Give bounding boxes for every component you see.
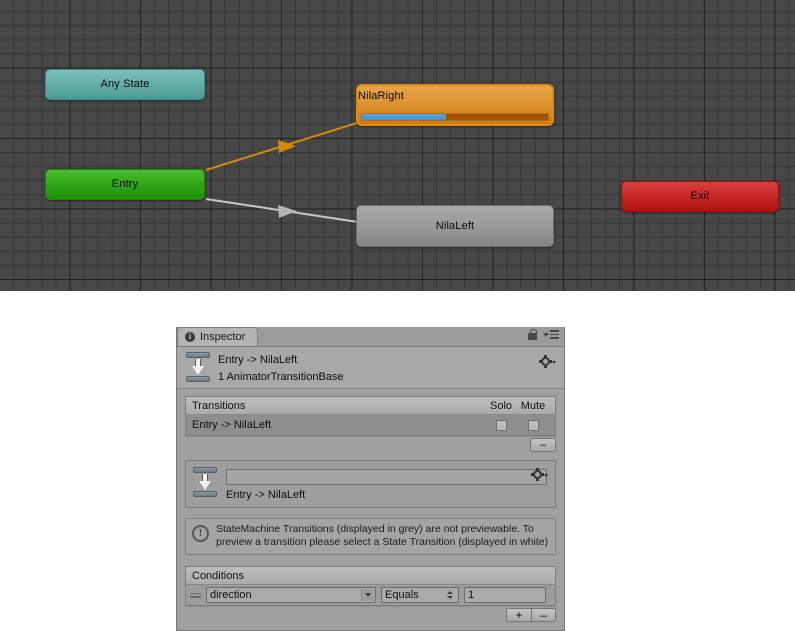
state-node-nilaright[interactable]: NilaRight: [356, 84, 554, 126]
hamburger-menu-icon[interactable]: [543, 330, 559, 339]
conditions-section: Conditions direction Equals 1: [185, 566, 556, 606]
inspector-subtitle: 1 AnimatorTransitionBase: [218, 371, 344, 383]
remove-condition-button[interactable]: –: [531, 608, 556, 622]
state-node-label: NilaRight: [358, 90, 404, 102]
state-node-exit[interactable]: Exit: [621, 181, 779, 212]
condition-threshold-field[interactable]: 1: [464, 587, 546, 603]
transitions-list-row[interactable]: Entry -> NilaLeft: [186, 415, 555, 435]
condition-parameter-dropdown[interactable]: direction: [206, 587, 376, 603]
column-header-mute: Mute: [520, 399, 546, 412]
tab-label: Inspector: [200, 331, 246, 343]
transition-settings-gear-icon[interactable]: [531, 468, 548, 481]
chevron-down-icon: [365, 593, 371, 597]
inspector-tabbar-controls: [528, 329, 559, 340]
condition-comparison-value: Equals: [385, 589, 419, 601]
tab-inspector[interactable]: i Inspector: [177, 327, 259, 346]
conditions-header-label: Conditions: [192, 569, 244, 582]
state-node-label: NilaLeft: [435, 219, 475, 232]
state-node-label: Exit: [690, 190, 710, 202]
state-node-entry[interactable]: Entry: [45, 169, 205, 200]
inspector-content: Transitions Solo Mute Entry -> NilaLeft …: [177, 389, 564, 624]
transitions-header-label: Transitions: [192, 399, 246, 412]
state-node-label: Entry: [111, 178, 139, 190]
condition-row[interactable]: direction Equals 1: [186, 585, 555, 605]
conditions-footer: + –: [185, 606, 556, 624]
transition-icon: [192, 467, 218, 497]
transition-edges: [205, 121, 361, 223]
transitions-list-footer: –: [185, 436, 556, 452]
transition-icon: [185, 352, 211, 382]
state-playback-progress-fill: [362, 114, 446, 120]
drag-handle-icon[interactable]: [190, 590, 201, 601]
transition-detail-label: Entry -> NilaLeft: [226, 489, 306, 501]
mute-checkbox[interactable]: [527, 419, 539, 431]
inspector-header: Entry -> NilaLeft 1 AnimatorTransitionBa…: [177, 347, 564, 389]
info-message-box: ! StateMachine Transitions (displayed in…: [185, 518, 556, 555]
transitions-list-header: Transitions Solo Mute: [186, 397, 555, 415]
condition-comparison-dropdown[interactable]: Equals: [381, 587, 459, 603]
inspector-title: Entry -> NilaLeft: [218, 354, 298, 366]
lock-icon[interactable]: [528, 329, 537, 340]
state-node-label: Any State: [100, 78, 150, 90]
inspector-window: i Inspector Entry -> NilaLeft 1 Animator…: [176, 327, 565, 631]
state-node-nilaleft[interactable]: NilaLeft: [356, 205, 554, 247]
remove-transition-button[interactable]: –: [530, 438, 556, 452]
warning-icon: !: [192, 525, 209, 542]
column-header-solo: Solo: [489, 399, 513, 412]
updown-arrows-icon: [447, 591, 453, 599]
transition-detail-panel: Entry -> NilaLeft: [185, 460, 556, 508]
info-icon: i: [185, 332, 195, 342]
state-playback-progress-bar: [361, 113, 549, 121]
condition-parameter-value: direction: [210, 589, 252, 601]
state-node-any-state[interactable]: Any State: [45, 69, 205, 100]
condition-threshold-value: 1: [468, 589, 475, 601]
info-message-text: StateMachine Transitions (displayed in g…: [216, 523, 549, 548]
inspector-settings-gear-icon[interactable]: [539, 355, 556, 368]
transition-row-label: Entry -> NilaLeft: [192, 419, 272, 431]
animator-state-machine-canvas[interactable]: Any State Entry Exit NilaRight NilaLeft: [0, 0, 795, 291]
conditions-header: Conditions: [186, 567, 555, 585]
transitions-list: Transitions Solo Mute Entry -> NilaLeft: [185, 396, 556, 436]
add-condition-button[interactable]: +: [506, 608, 531, 622]
solo-checkbox[interactable]: [495, 419, 507, 431]
transition-name-input[interactable]: [226, 469, 547, 485]
inspector-tab-bar: i Inspector: [177, 327, 564, 347]
